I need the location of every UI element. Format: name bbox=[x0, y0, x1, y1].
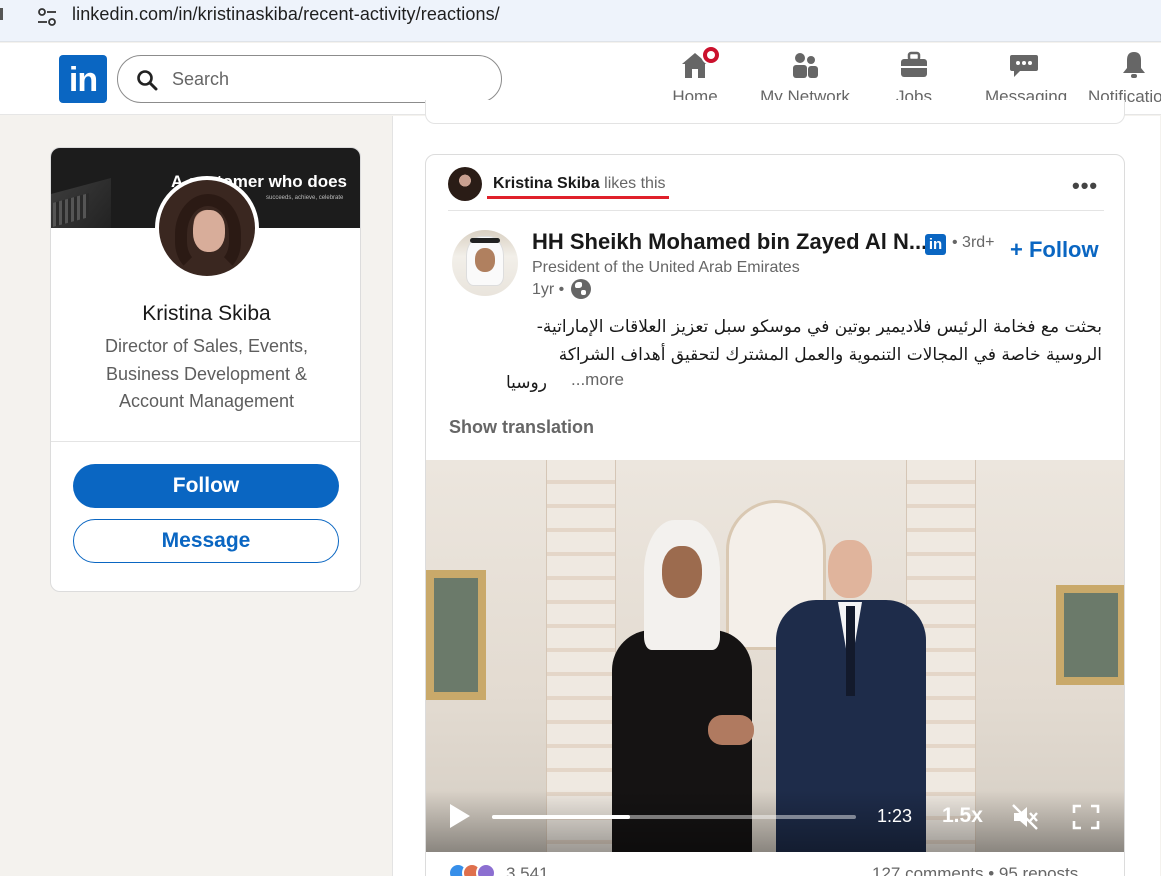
reactions-count[interactable]: 3,541 bbox=[506, 864, 549, 876]
author-avatar[interactable] bbox=[452, 230, 518, 296]
post-text-line-3: روسيا bbox=[506, 373, 547, 393]
video-controls: 1:23 1.5x bbox=[426, 790, 1124, 852]
search-input[interactable] bbox=[172, 66, 472, 92]
banner-subtagline: succeeds, achieve, celebrate bbox=[266, 195, 344, 201]
highlight-underline bbox=[487, 196, 669, 199]
avatar-agal bbox=[470, 238, 500, 243]
notification-badge bbox=[701, 45, 721, 65]
briefcase-icon bbox=[901, 51, 927, 77]
profile-card: A customer who does succeeds, achieve, c… bbox=[50, 147, 361, 592]
avatar-face bbox=[193, 210, 225, 252]
video-progress-fill bbox=[492, 815, 631, 819]
post-text-line: الروسية خاصة في المجالات التنموية والعمل… bbox=[558, 345, 1102, 365]
post-time: 1yr • bbox=[532, 281, 565, 298]
liker-name[interactable]: Kristina Skiba bbox=[493, 175, 600, 192]
video-time: 1:23 bbox=[877, 806, 913, 826]
linkedin-premium-icon: in bbox=[925, 234, 946, 255]
bell-icon bbox=[1123, 52, 1145, 78]
profile-name[interactable]: Kristina Skiba bbox=[51, 302, 360, 326]
avatar-face bbox=[475, 248, 495, 272]
insightful-reaction-icon bbox=[476, 863, 496, 876]
messaging-icon bbox=[1010, 55, 1038, 77]
liker-header: Kristina Skiba likes this bbox=[493, 175, 666, 193]
connection-degree: • 3rd+ bbox=[952, 234, 995, 251]
video-progress-bar[interactable] bbox=[492, 815, 856, 819]
browser-address-bar: linkedin.com/in/kristinaskiba/recent-act… bbox=[0, 0, 1161, 42]
post-text: بحثت مع فخامة الرئيس فلاديمير بوتين في م… bbox=[466, 313, 1102, 397]
divider bbox=[448, 210, 1104, 211]
site-info-icon[interactable] bbox=[36, 6, 58, 28]
message-button[interactable]: Message bbox=[73, 519, 339, 563]
show-translation-button[interactable]: Show translation bbox=[449, 417, 594, 438]
profile-headline: Director of Sales, Events, Business Deve… bbox=[104, 336, 309, 411]
video-painting bbox=[426, 570, 486, 700]
follow-button[interactable]: Follow bbox=[73, 464, 339, 508]
url-text[interactable]: linkedin.com/in/kristinaskiba/recent-act… bbox=[72, 4, 500, 25]
fullscreen-icon[interactable] bbox=[1072, 804, 1100, 830]
comments-reposts-count[interactable]: 127 comments • 95 reposts bbox=[872, 864, 1078, 876]
play-icon[interactable] bbox=[450, 804, 470, 828]
divider bbox=[51, 441, 360, 442]
see-more-link[interactable]: ...more bbox=[571, 370, 624, 390]
post-card: Kristina Skiba likes this ••• HH Sheikh … bbox=[425, 154, 1125, 876]
search-box[interactable] bbox=[117, 55, 502, 103]
profile-avatar[interactable] bbox=[155, 176, 259, 280]
post-text-line: بحثت مع فخامة الرئيس فلاديمير بوتين في م… bbox=[536, 317, 1102, 337]
mute-icon[interactable] bbox=[1010, 802, 1040, 832]
search-icon bbox=[137, 70, 158, 91]
author-name[interactable]: HH Sheikh Mohamed bin Zayed Al N... bbox=[532, 229, 927, 255]
liker-avatar[interactable] bbox=[448, 167, 482, 201]
network-icon bbox=[793, 53, 818, 78]
video-painting bbox=[1056, 585, 1124, 685]
linkedin-logo[interactable]: in bbox=[59, 55, 107, 103]
video-handshake bbox=[708, 715, 754, 745]
playback-speed-button[interactable]: 1.5x bbox=[942, 804, 983, 828]
author-headline: President of the United Arab Emirates bbox=[532, 259, 800, 276]
more-options-icon[interactable]: ••• bbox=[1072, 173, 1098, 199]
video-player[interactable]: 1:23 1.5x bbox=[426, 460, 1124, 852]
liker-action: likes this bbox=[599, 175, 666, 192]
previous-post-card bbox=[425, 100, 1125, 124]
follow-author-button[interactable]: + Follow bbox=[1010, 237, 1099, 263]
window-edge bbox=[0, 8, 3, 20]
globe-icon bbox=[571, 279, 591, 299]
